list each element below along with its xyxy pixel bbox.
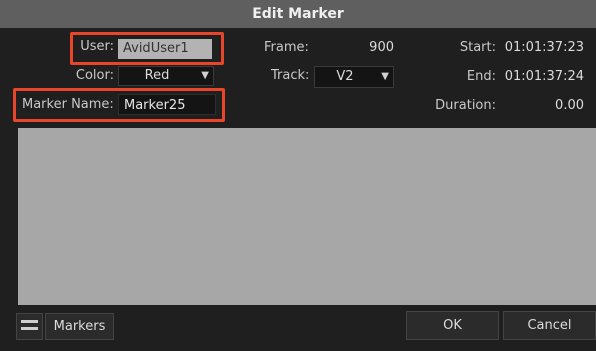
track-dropdown-value: V2	[336, 69, 354, 84]
hamburger-menu-icon	[21, 320, 38, 330]
start-label: Start:	[459, 40, 496, 55]
start-value: 01:01:37:23	[504, 40, 584, 55]
color-label: Color:	[75, 68, 114, 83]
markers-button[interactable]: Markers	[45, 313, 114, 340]
end-label: End:	[466, 69, 496, 84]
ok-button-label: OK	[443, 318, 462, 333]
ok-button[interactable]: OK	[406, 311, 499, 340]
color-dropdown[interactable]: Red ▼	[118, 66, 214, 86]
cancel-button-label: Cancel	[527, 318, 572, 333]
triangle-down-icon: ▼	[201, 70, 209, 81]
duration-value: 0.00	[555, 98, 584, 113]
end-value: 01:01:37:24	[504, 69, 584, 84]
duration-label: Duration:	[435, 98, 496, 113]
markers-button-label: Markers	[53, 319, 106, 334]
color-dropdown-value: Red	[144, 68, 170, 83]
user-highlight-box	[70, 32, 224, 65]
track-dropdown[interactable]: V2 ▼	[314, 66, 394, 88]
frame-label: Frame:	[264, 40, 309, 55]
marker-name-highlight-box	[13, 88, 225, 122]
edit-marker-dialog: Edit Marker User: AvidUser1 Frame: 900 S…	[0, 0, 596, 351]
triangle-down-icon: ▼	[381, 71, 389, 82]
frame-value: 900	[369, 40, 394, 55]
comment-text-area[interactable]	[18, 128, 596, 305]
track-label: Track:	[271, 68, 310, 83]
dialog-title: Edit Marker	[0, 0, 596, 28]
menu-button[interactable]	[16, 313, 43, 340]
cancel-button[interactable]: Cancel	[503, 311, 596, 340]
